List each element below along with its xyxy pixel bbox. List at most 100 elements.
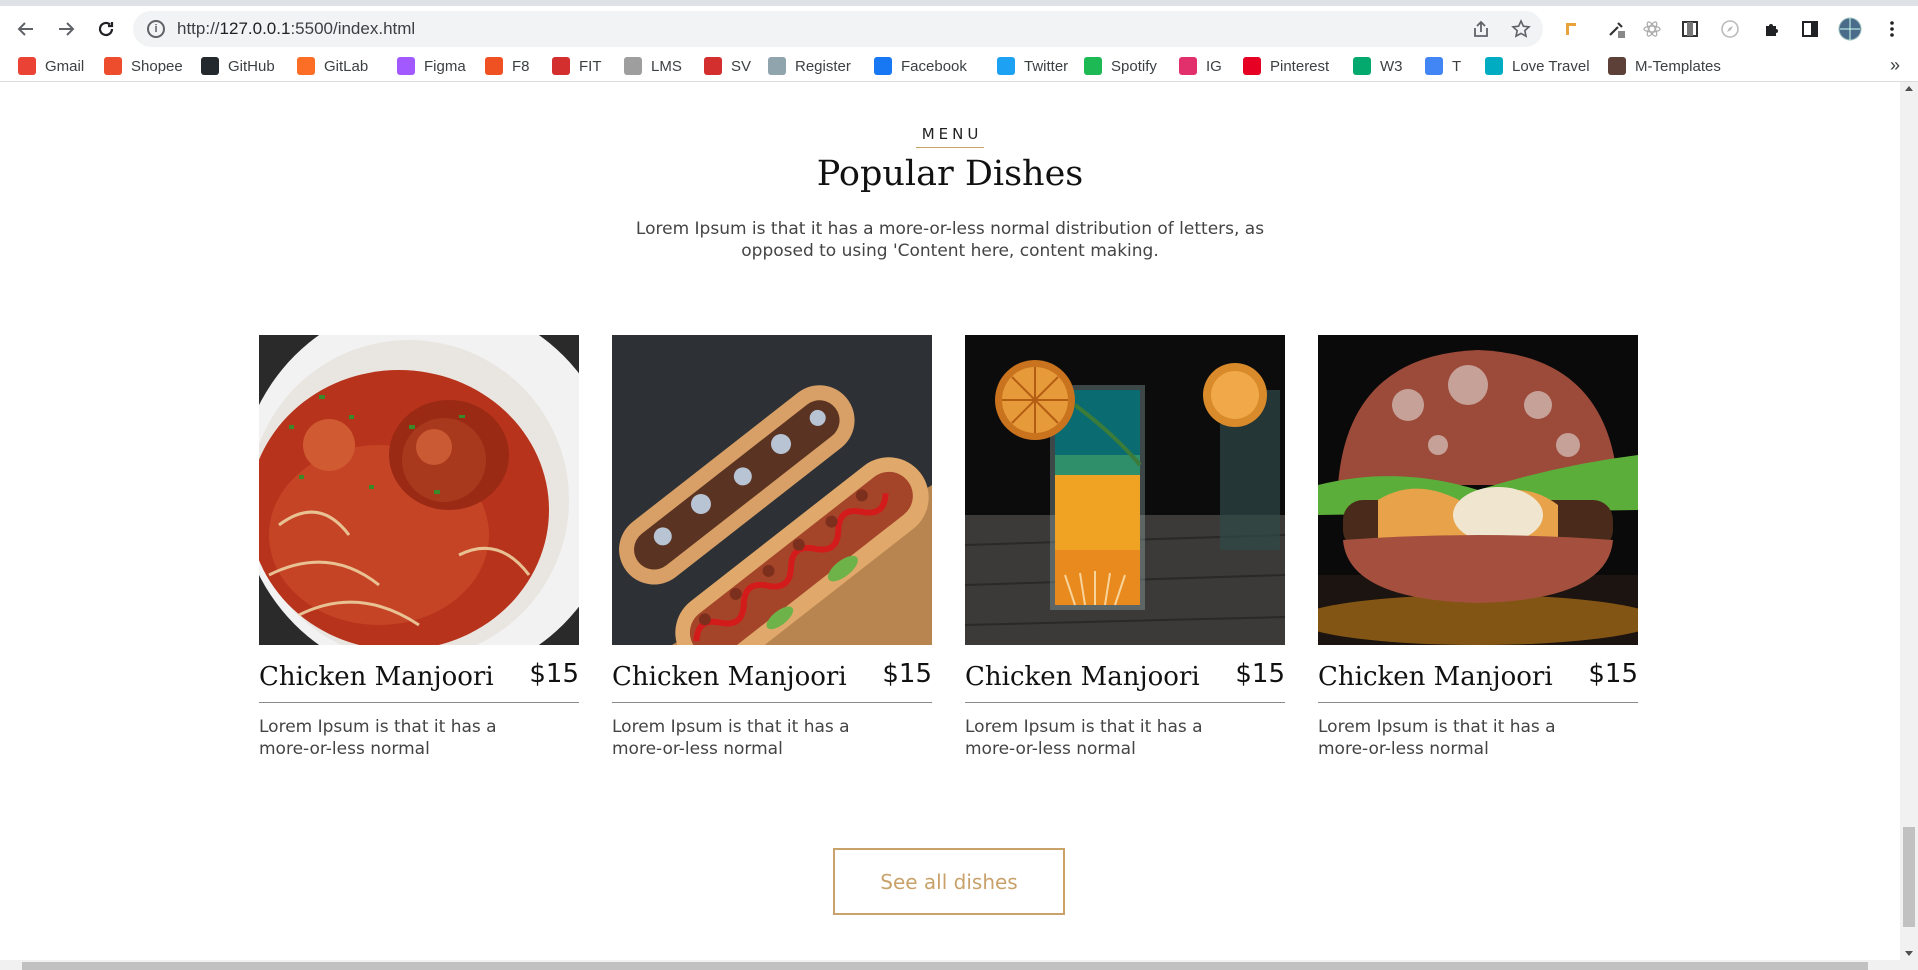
arrow-left-icon <box>17 22 33 36</box>
bookmark-label: Register <box>795 57 851 75</box>
translate-icon <box>1425 57 1443 75</box>
reload-icon <box>98 21 114 37</box>
reload-button[interactable] <box>92 15 120 43</box>
extensions-puzzle-icon[interactable] <box>1760 17 1784 41</box>
page-content: MENU Popular Dishes Lorem Ipsum is that … <box>0 82 1900 960</box>
hotdogs-photo <box>612 335 932 645</box>
f8-icon <box>485 57 503 75</box>
bookmark-item[interactable]: Love Travel <box>1485 55 1590 77</box>
bookmark-item[interactable]: Twitter <box>997 55 1068 77</box>
profile-avatar[interactable] <box>1838 17 1862 41</box>
spaghetti-meatball-photo <box>259 335 579 645</box>
bookmark-item[interactable]: Pinterest <box>1243 55 1329 77</box>
gitlab-icon <box>297 57 315 75</box>
dish-card[interactable]: Chicken Manjoori $15 Lorem Ipsum is that… <box>965 335 1285 760</box>
section-eyebrow: MENU <box>0 125 1900 148</box>
figma-icon <box>397 57 415 75</box>
bookmark-item[interactable]: Register <box>768 55 851 77</box>
extension-compass-icon[interactable] <box>1718 17 1742 41</box>
back-button[interactable] <box>12 15 40 43</box>
bookmark-item[interactable]: Shopee <box>104 55 183 77</box>
bookmark-item[interactable]: IG <box>1179 55 1222 77</box>
bookmark-label: Shopee <box>131 57 183 75</box>
github-icon <box>201 57 219 75</box>
extension-ruler-icon[interactable] <box>1560 17 1584 41</box>
extension-eyedropper-icon[interactable] <box>1604 17 1628 41</box>
browser-toolbar: i http://127.0.0.1:5500/index.html <box>0 0 1918 49</box>
dish-description: Lorem Ipsum is that it has a more-or-les… <box>612 717 850 759</box>
bookmark-item[interactable]: LMS <box>624 55 682 77</box>
sv-icon <box>704 57 722 75</box>
bookmark-item[interactable]: GitHub <box>201 55 275 77</box>
dish-name: Chicken Manjoori <box>612 662 847 692</box>
instagram-icon <box>1179 57 1197 75</box>
bookmark-star-icon[interactable] <box>1510 18 1532 40</box>
bookmark-label: Spotify <box>1111 57 1157 75</box>
bookmark-label: SV <box>731 57 752 75</box>
dish-price: $15 <box>882 659 932 689</box>
dish-price: $15 <box>1588 659 1638 689</box>
dishes-grid: Chicken Manjoori $15 Lorem Ipsum is that… <box>259 335 1639 775</box>
pinterest-icon <box>1243 57 1261 75</box>
bookmark-label: Love Travel <box>1512 57 1590 75</box>
section-description: Lorem Ipsum is that it has a more-or-les… <box>635 219 1265 261</box>
share-icon[interactable] <box>1470 18 1492 40</box>
horizontal-scrollbar[interactable] <box>0 960 1918 970</box>
bookmark-item[interactable]: W3 <box>1353 55 1403 77</box>
bookmark-item[interactable]: SV <box>704 55 751 77</box>
bookmark-item[interactable]: T <box>1425 55 1461 77</box>
bookmark-item[interactable]: Gmail <box>18 55 84 77</box>
facebook-icon <box>874 57 892 75</box>
twitter-icon <box>997 57 1015 75</box>
burger-photo <box>1318 335 1638 645</box>
shopee-icon <box>104 57 122 75</box>
bookmark-item[interactable]: FIT <box>552 55 602 77</box>
eyebrow-label: MENU <box>915 125 985 148</box>
bookmark-item[interactable]: GitLab <box>297 55 368 77</box>
bookmarks-overflow-button[interactable]: » <box>1890 55 1900 76</box>
dish-description: Lorem Ipsum is that it has a more-or-les… <box>965 717 1203 759</box>
extension-react-icon[interactable] <box>1640 17 1664 41</box>
section-title: Popular Dishes <box>816 154 1084 194</box>
scroll-down-arrow-icon[interactable] <box>1905 951 1913 956</box>
side-panel-icon[interactable] <box>1798 17 1822 41</box>
bookmark-item[interactable]: Figma <box>397 55 466 77</box>
dish-name: Chicken Manjoori <box>259 662 494 692</box>
dish-header: Chicken Manjoori $15 <box>1318 645 1638 703</box>
address-bar[interactable]: i http://127.0.0.1:5500/index.html <box>133 11 1543 47</box>
chrome-menu-icon[interactable] <box>1880 17 1904 41</box>
bookmarks-bar: Gmail Shopee GitHub GitLab Figma F8 FIT LMS SV Re… <box>0 49 1918 82</box>
extension-panel-icon[interactable] <box>1678 17 1702 41</box>
horizontal-scrollbar-thumb[interactable] <box>22 962 1868 970</box>
spotify-icon <box>1084 57 1102 75</box>
bookmark-label: GitHub <box>228 57 275 75</box>
bookmark-label: FIT <box>579 57 602 75</box>
dish-header: Chicken Manjoori $15 <box>612 645 932 703</box>
vertical-scrollbar[interactable] <box>1900 82 1918 960</box>
dish-name: Chicken Manjoori <box>965 662 1200 692</box>
bookmark-label: W3 <box>1380 57 1403 75</box>
bookmark-label: LMS <box>651 57 682 75</box>
dish-card[interactable]: Chicken Manjoori $15 Lorem Ipsum is that… <box>259 335 579 760</box>
url-text[interactable]: http://127.0.0.1:5500/index.html <box>177 19 415 39</box>
scroll-up-arrow-icon[interactable] <box>1905 86 1913 91</box>
bookmark-label: Figma <box>424 57 466 75</box>
bookmark-item[interactable]: F8 <box>485 55 530 77</box>
bookmark-label: Twitter <box>1024 57 1069 75</box>
love-travel-icon <box>1485 57 1503 75</box>
bookmark-item[interactable]: Spotify <box>1084 55 1157 77</box>
dish-card[interactable]: Chicken Manjoori $15 Lorem Ipsum is that… <box>1318 335 1638 760</box>
bookmark-item[interactable]: M-Templates <box>1608 55 1721 77</box>
dish-card[interactable]: Chicken Manjoori $15 Lorem Ipsum is that… <box>612 335 932 760</box>
site-info-icon[interactable]: i <box>147 20 165 38</box>
register-icon <box>768 57 786 75</box>
bookmark-label: Facebook <box>901 57 967 75</box>
dish-price: $15 <box>1235 659 1285 689</box>
bookmark-item[interactable]: Facebook <box>874 55 967 77</box>
forward-button[interactable] <box>52 15 80 43</box>
scrollbar-thumb[interactable] <box>1903 827 1915 927</box>
see-all-dishes-button[interactable]: See all dishes <box>833 848 1065 915</box>
dish-description: Lorem Ipsum is that it has a more-or-les… <box>259 717 497 759</box>
layered-cocktail-photo <box>965 335 1285 645</box>
bookmark-label: F8 <box>512 57 530 75</box>
